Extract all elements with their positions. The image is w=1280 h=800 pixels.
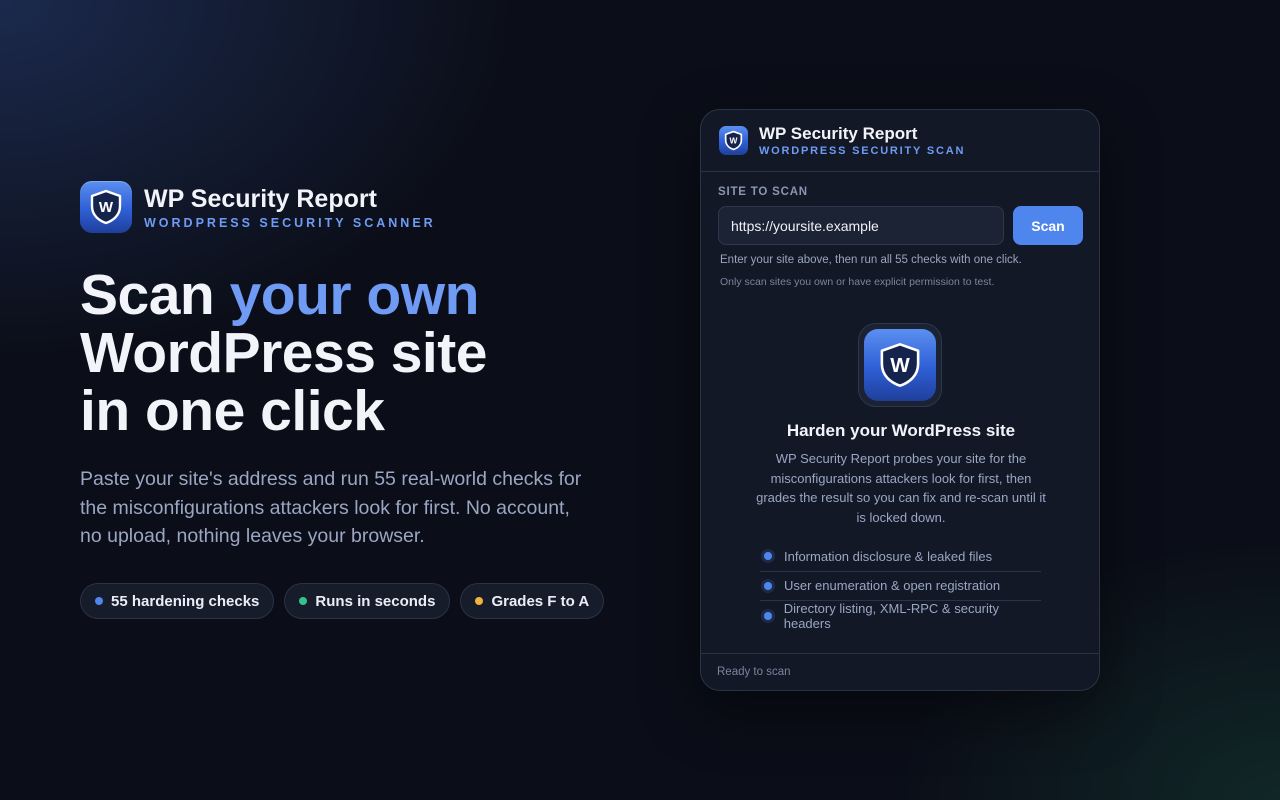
pill-label: Grades F to A (491, 592, 590, 610)
pill-label: Runs in seconds (315, 592, 436, 610)
blue-dot-icon (95, 597, 103, 605)
svg-text:W: W (890, 354, 910, 377)
card-subtitle: WORDPRESS SECURITY SCAN (759, 145, 966, 157)
amber-dot-icon (475, 597, 484, 605)
card-title: WP Security Report (759, 124, 918, 143)
list-item: User enumeration & open registration (760, 572, 1041, 601)
list-item: Information disclosure & leaked files (760, 542, 1041, 572)
checks-list: Information disclosure & leaked files Us… (760, 542, 1041, 631)
check-label: Information disclosure & leaked files (784, 548, 993, 564)
bullet-dot-icon (764, 611, 772, 620)
status-text: Ready to scan (717, 666, 791, 678)
brand-title: WP Security Report (144, 185, 377, 213)
svg-text:W: W (730, 135, 738, 145)
site-url-input[interactable] (718, 206, 1004, 245)
harden-title: Harden your WordPress site (786, 421, 1016, 440)
svg-text:W: W (99, 199, 114, 216)
card-header: W WP Security Report WORDPRESS SECURITY … (701, 110, 1099, 172)
bullet-dot-icon (764, 552, 772, 561)
pill-checks: 55 hardening checks (80, 583, 275, 619)
shield-logo-icon: W (80, 181, 132, 233)
hero-lead: Paste your site's address and run 55 rea… (80, 468, 582, 547)
pill-speed: Runs in seconds (284, 583, 451, 619)
check-label: User enumeration & open registration (784, 578, 1001, 594)
check-label: Directory listing, XML-RPC & security he… (783, 600, 1000, 631)
pill-grades: Grades F to A (460, 583, 605, 619)
hero-headline: Scan your own WordPress site in one clic… (80, 266, 487, 440)
scanner-card: W WP Security Report WORDPRESS SECURITY … (700, 109, 1100, 691)
scan-hint: Enter your site above, then run all 55 c… (720, 254, 1022, 266)
permission-note: Only scan sites you own or have explicit… (720, 276, 995, 288)
harden-description: WP Security Report probes your site for … (756, 451, 1046, 525)
green-dot-icon (299, 597, 308, 605)
brand-subtitle: WORDPRESS SECURITY SCANNER (144, 216, 436, 230)
status-bar: Ready to scan (701, 653, 1099, 690)
shield-hero-icon: W (858, 323, 942, 407)
headline-part1: Scan (80, 263, 230, 327)
headline-highlight: your own (229, 263, 480, 327)
list-item: Directory listing, XML-RPC & security he… (760, 601, 1041, 631)
bullet-dot-icon (764, 581, 772, 590)
brand: W WP Security Report WORDPRESS SECURITY … (80, 181, 436, 233)
headline-line3: in one click (80, 379, 385, 443)
shield-logo-icon: W (719, 126, 748, 155)
pill-label: 55 hardening checks (111, 592, 260, 610)
scan-button[interactable]: Scan (1013, 206, 1083, 245)
feature-pills: 55 hardening checks Runs in seconds Grad… (80, 583, 605, 619)
headline-line2: WordPress site (80, 321, 487, 385)
site-to-scan-label: SITE TO SCAN (718, 186, 808, 198)
